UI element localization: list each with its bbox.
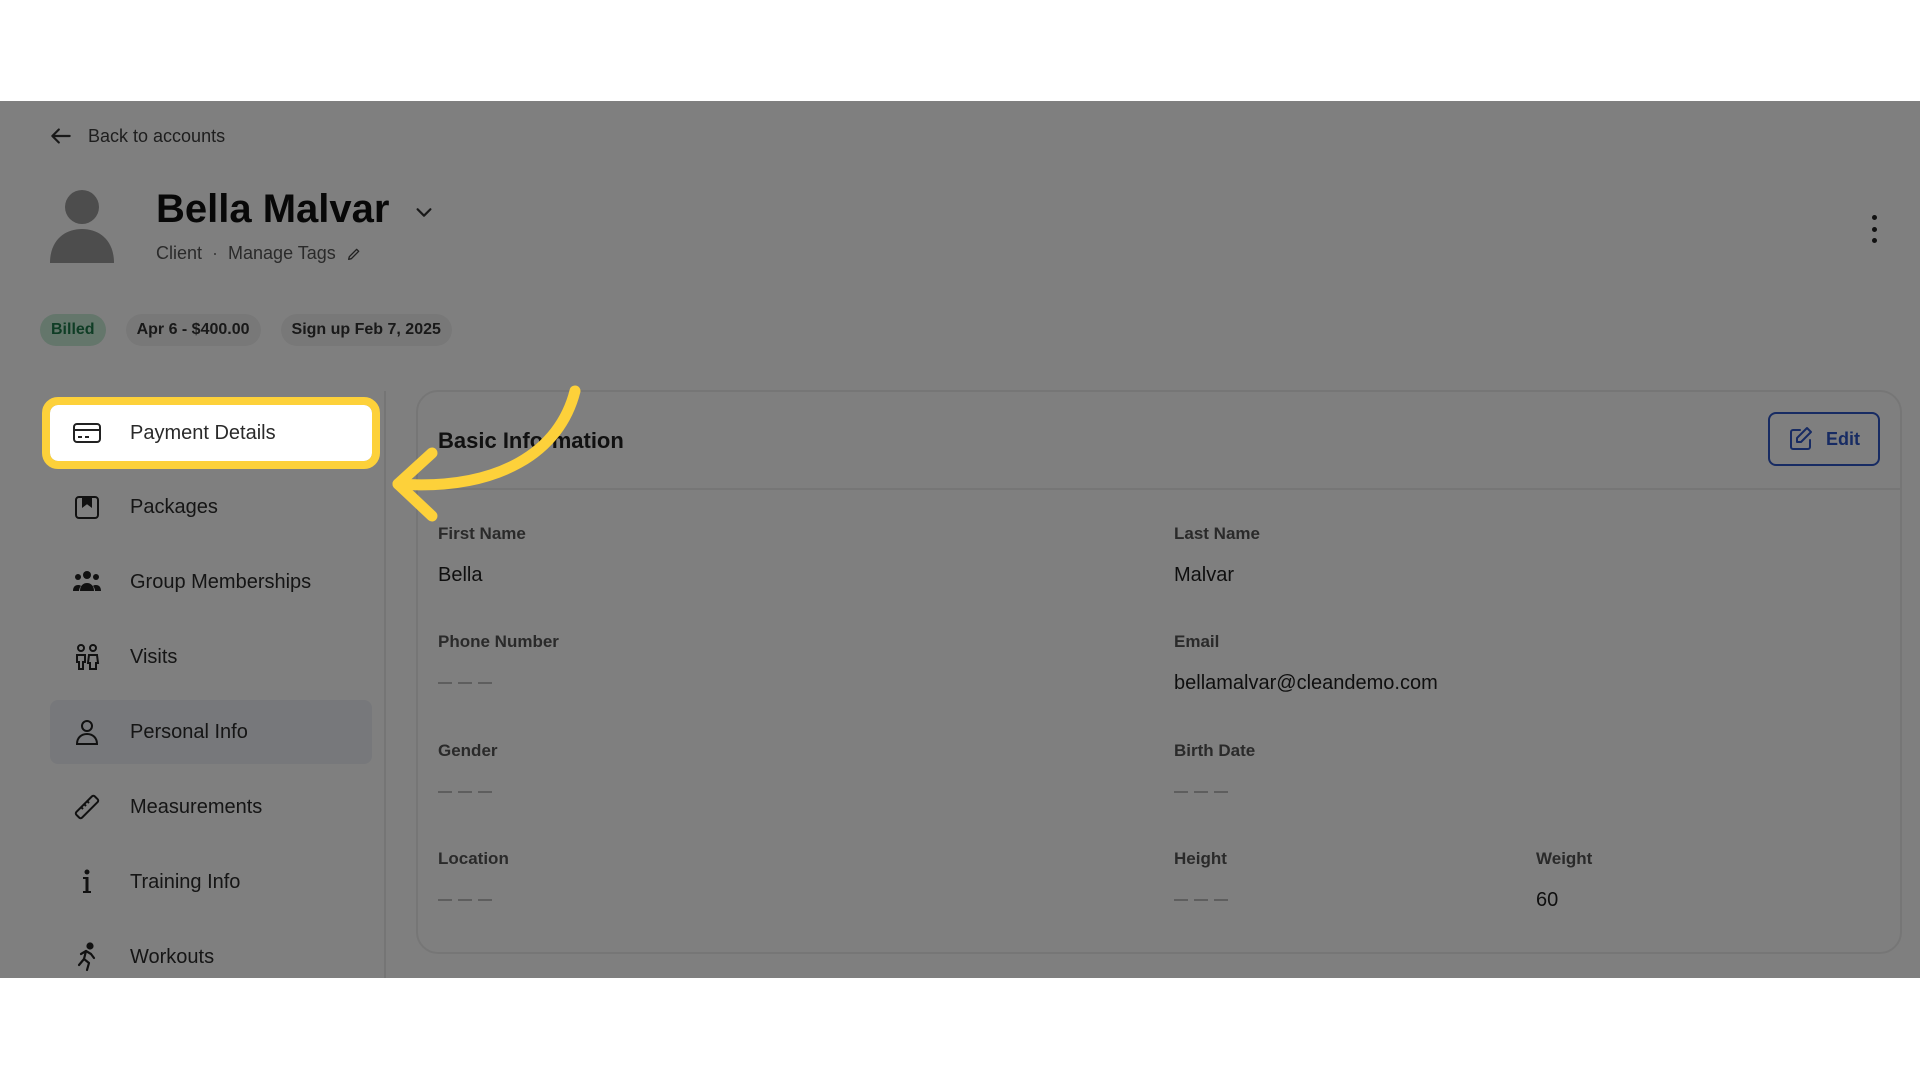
pencil-icon[interactable] (346, 246, 362, 262)
sidebar-item-visits[interactable]: Visits (50, 625, 372, 689)
running-icon (72, 942, 102, 972)
birth-date-field: Birth Date (1174, 741, 1255, 793)
field-value: Malvar (1174, 564, 1235, 586)
package-icon (72, 492, 102, 522)
empty-value-placeholder (1174, 899, 1230, 901)
app-screen: Back to accounts Bella Malvar Client · M… (0, 101, 1920, 978)
status-badges: Billed Apr 6 - $400.00 Sign up Feb 7, 20… (40, 314, 452, 346)
field-label: Gender (438, 741, 498, 760)
sidebar-item-label: Measurements (130, 795, 263, 818)
field-label: Weight (1536, 849, 1593, 868)
field-label: Height (1174, 849, 1227, 868)
empty-value-placeholder (438, 682, 494, 684)
ruler-icon (72, 792, 102, 822)
card-title: Basic Information (438, 428, 624, 453)
profile-name: Bella Malvar (156, 187, 435, 232)
sidebar-item-personal-info[interactable]: Personal Info (50, 700, 372, 764)
gender-field: Gender (438, 741, 498, 793)
email-field: Email bellamalvar@cleandemo.com (1174, 632, 1438, 695)
sidebar-item-label: Personal Info (130, 720, 248, 743)
sidebar-item-payment-details[interactable]: Payment Details (42, 397, 380, 469)
field-label: First Name (438, 524, 526, 543)
edit-icon (1790, 427, 1812, 450)
empty-value-placeholder (438, 791, 494, 793)
field-label: Email (1174, 632, 1220, 651)
location-field: Location (438, 849, 509, 901)
sidebar-item-group-memberships[interactable]: Group Memberships (50, 550, 372, 614)
sidebar-item-label: Training Info (130, 870, 241, 893)
sidebar-item-label: Packages (130, 495, 218, 518)
sidebar-item-measurements[interactable]: Measurements (50, 775, 372, 839)
chevron-down-icon[interactable] (413, 201, 435, 223)
credit-card-icon (72, 418, 102, 448)
field-label: Last Name (1174, 524, 1260, 543)
first-name-field: First Name Bella (438, 524, 526, 587)
person-icon (72, 717, 102, 747)
sidebar-item-label: Payment Details (130, 421, 276, 444)
edit-button-label: Edit (1826, 428, 1860, 449)
field-value: Bella (438, 564, 483, 586)
group-icon (72, 567, 102, 597)
field-value: 60 (1536, 889, 1559, 911)
height-field: Height (1174, 849, 1230, 901)
phone-number-field: Phone Number (438, 632, 559, 684)
next-payment-badge: Apr 6 - $400.00 (125, 314, 261, 346)
back-link-label: Back to accounts (88, 125, 226, 146)
empty-value-placeholder (1174, 791, 1230, 793)
profile-name-text: Bella Malvar (156, 187, 390, 231)
sidebar-item-label: Visits (130, 645, 178, 668)
field-value: bellamalvar@cleandemo.com (1174, 672, 1438, 694)
sidebar-item-packages[interactable]: Packages (50, 475, 372, 539)
more-options-icon[interactable] (1868, 215, 1880, 243)
info-icon (72, 867, 102, 897)
field-label: Location (438, 849, 509, 868)
profile-subtitle: Client · Manage Tags (156, 243, 362, 264)
empty-value-placeholder (438, 899, 494, 901)
basic-information-card: Basic Information Edit First Name Bella … (416, 390, 1902, 954)
field-label: Phone Number (438, 632, 559, 651)
billed-badge: Billed (40, 314, 106, 346)
last-name-field: Last Name Malvar (1174, 524, 1260, 587)
visits-icon (72, 642, 102, 672)
card-header: Basic Information Edit (418, 392, 1900, 490)
manage-tags-link[interactable]: Manage Tags (228, 243, 336, 264)
edit-button[interactable]: Edit (1768, 412, 1880, 466)
back-to-accounts-link[interactable]: Back to accounts (48, 123, 225, 149)
arrow-left-icon (51, 128, 71, 144)
avatar-icon (50, 190, 114, 263)
signup-date-badge: Sign up Feb 7, 2025 (280, 314, 452, 346)
separator-dot: · (212, 243, 219, 263)
sidebar-item-training-info[interactable]: Training Info (50, 850, 372, 914)
weight-field: Weight 60 (1536, 849, 1592, 912)
sidebar-item-label: Workouts (130, 945, 215, 968)
profile-role: Client (156, 243, 203, 263)
sidebar-item-label: Group Memberships (130, 570, 312, 593)
sidebar: Payment Details Packages Group Membershi… (38, 391, 386, 978)
field-label: Birth Date (1174, 741, 1256, 760)
sidebar-item-workouts[interactable]: Workouts (50, 925, 372, 978)
